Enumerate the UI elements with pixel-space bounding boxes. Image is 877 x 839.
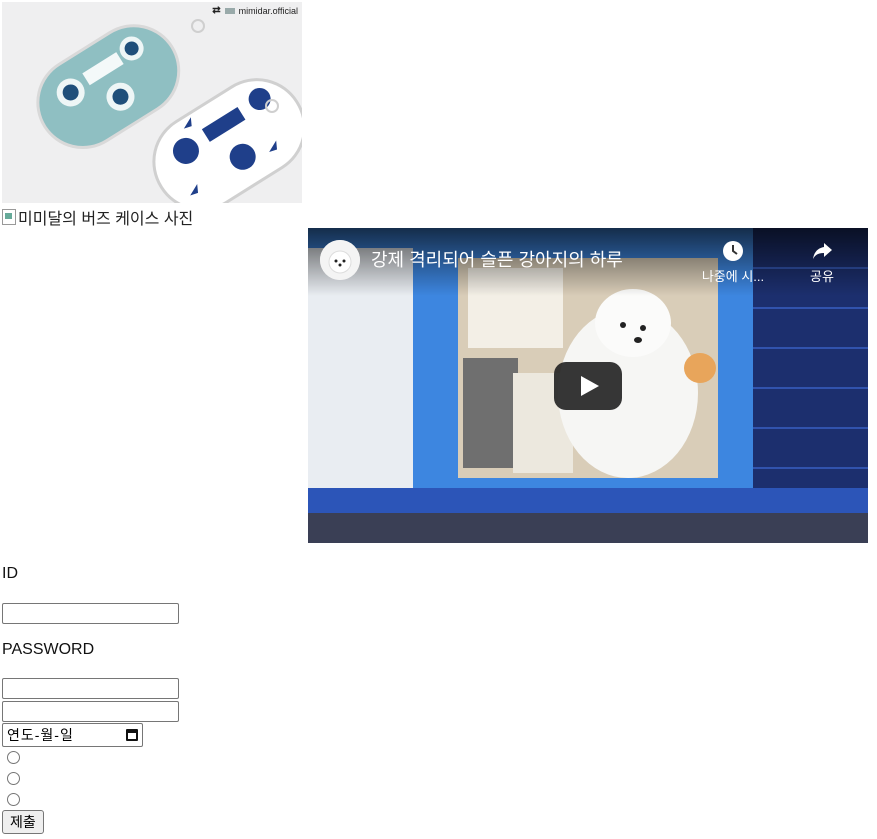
clock-icon (723, 241, 743, 261)
product-photo: ⇄ mimidar.official (2, 2, 302, 203)
repost-icon: ⇄ (212, 5, 221, 16)
radio-option-1[interactable] (7, 751, 20, 764)
top-link[interactable] (2, 0, 97, 1)
id-input[interactable] (2, 603, 179, 624)
play-button[interactable] (554, 362, 622, 410)
radio-option-3[interactable] (7, 793, 20, 806)
submit-button[interactable]: 제출 (2, 810, 44, 834)
watch-later-button[interactable]: 나중에 시... (701, 240, 765, 285)
watch-later-label: 나중에 시... (701, 269, 765, 284)
buds-case-illustration (36, 19, 302, 203)
calendar-icon[interactable] (126, 729, 138, 741)
video-title-bar: 강제 격리되어 슬픈 강아지의 하루 나중에 시... 공유 (308, 228, 868, 296)
date-placeholder: 연도-월-일 (7, 727, 74, 743)
radio-option-2[interactable] (7, 772, 20, 785)
broken-image-icon (2, 209, 16, 225)
password-label: PASSWORD (2, 641, 95, 658)
share-button[interactable]: 공유 (802, 240, 842, 285)
channel-avatar[interactable] (320, 240, 360, 280)
repost-account: mimidar.official (238, 5, 298, 16)
date-input[interactable]: 연도-월-일 (2, 723, 143, 747)
share-label: 공유 (810, 269, 834, 284)
image-alt-text: 미미달의 버즈 케이스 사진 (18, 211, 194, 228)
video-embed[interactable]: 강제 격리되어 슬픈 강아지의 하루 나중에 시... 공유 (308, 228, 868, 543)
share-icon (813, 243, 832, 259)
video-title[interactable]: 강제 격리되어 슬픈 강아지의 하루 (371, 246, 623, 272)
id-label: ID (2, 565, 18, 582)
repost-avatar-icon (224, 7, 235, 14)
password-input[interactable] (2, 678, 179, 699)
extra-input[interactable] (2, 701, 179, 722)
broken-image: 미미달의 버즈 케이스 사진 (2, 207, 194, 228)
repost-tag: ⇄ mimidar.official (212, 5, 298, 16)
samoyed-avatar-icon (320, 240, 360, 280)
